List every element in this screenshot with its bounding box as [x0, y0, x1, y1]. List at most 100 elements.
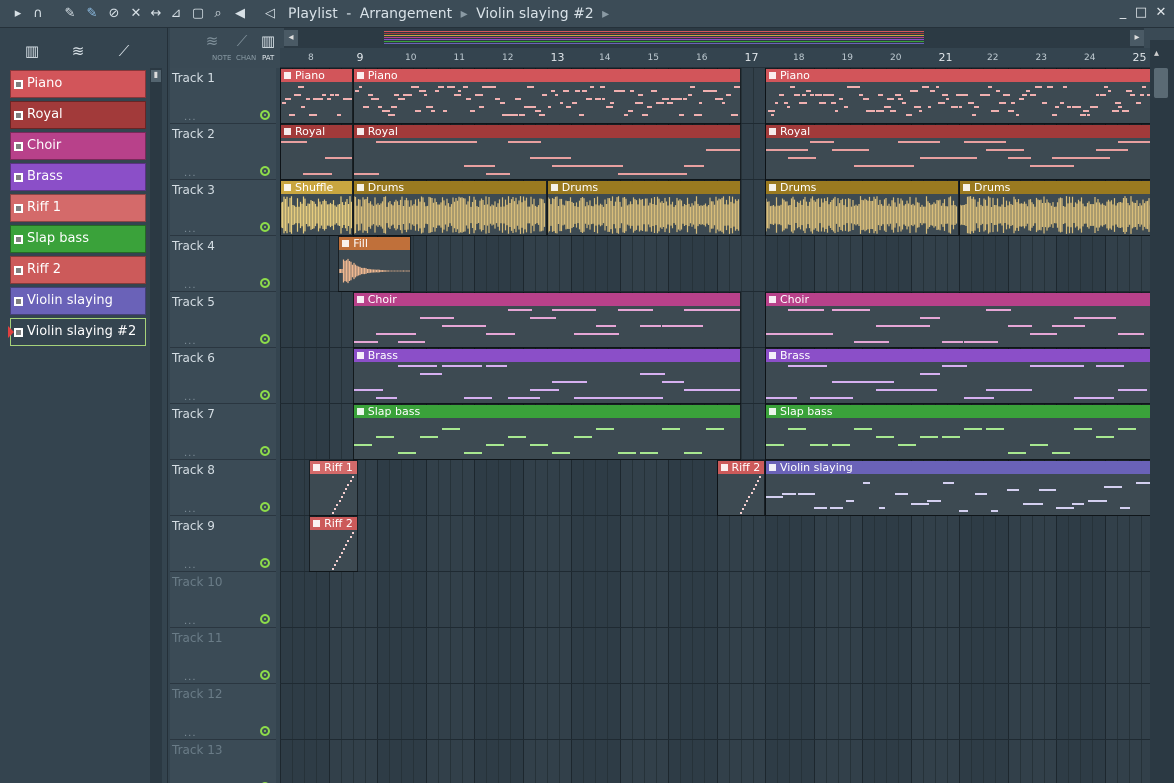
track-header[interactable]: Track 6...: [170, 348, 276, 404]
pattern-item[interactable]: Choir: [10, 132, 146, 160]
track-header[interactable]: Track 11...: [170, 628, 276, 684]
pattern-clip[interactable]: Choir: [352, 292, 741, 348]
speaker-icon[interactable]: ◀: [232, 6, 248, 22]
track-mute-led[interactable]: [260, 390, 270, 400]
track-mute-led[interactable]: [260, 614, 270, 624]
track-grip[interactable]: ...: [184, 392, 197, 403]
pattern-clip[interactable]: Shuffle: [280, 180, 353, 236]
track-header[interactable]: Track 3...: [170, 180, 276, 236]
pattern-clip[interactable]: Piano: [765, 68, 1150, 124]
automation-mode-icon[interactable]: ⟋: [230, 32, 254, 50]
maximize-icon[interactable]: □: [1134, 6, 1148, 20]
pattern-clip[interactable]: Riff 2: [309, 516, 358, 572]
scroll-right-icon[interactable]: ▸: [1130, 30, 1144, 46]
track-header[interactable]: Track 2...: [170, 124, 276, 180]
track-header[interactable]: Track 5...: [170, 292, 276, 348]
track-grip[interactable]: ...: [184, 336, 197, 347]
mode-pat[interactable]: PAT: [262, 54, 274, 62]
track-grip[interactable]: ...: [184, 168, 197, 179]
track-mute-led[interactable]: [260, 670, 270, 680]
title-part-3[interactable]: Violin slaying #2: [476, 6, 594, 22]
close-icon[interactable]: ✕: [1154, 6, 1168, 20]
pattern-clip[interactable]: Brass: [352, 348, 741, 404]
speaker-icon[interactable]: ◁: [262, 6, 278, 22]
scroll-thumb[interactable]: [1154, 68, 1168, 98]
track-mute-led[interactable]: [260, 110, 270, 120]
track-grip[interactable]: ...: [184, 112, 197, 123]
playlist-grid[interactable]: Piano Piano Piano Royal Royal Royal Shuffle Dru…: [280, 68, 1150, 783]
zoom-icon[interactable]: ⌕: [210, 6, 226, 22]
brush-icon[interactable]: ✎: [84, 6, 100, 22]
track-lane[interactable]: [280, 684, 1150, 740]
delete-icon[interactable]: ⊘: [106, 6, 122, 22]
pattern-clip[interactable]: Slap bass: [352, 404, 741, 460]
pattern-clip[interactable]: Drums: [352, 180, 547, 236]
track-header[interactable]: Track 8...: [170, 460, 276, 516]
track-mute-led[interactable]: [260, 502, 270, 512]
track-mute-led[interactable]: [260, 334, 270, 344]
track-grip[interactable]: ...: [184, 672, 197, 683]
track-mute-led[interactable]: [260, 446, 270, 456]
scroll-left-icon[interactable]: ◂: [284, 30, 298, 46]
pattern-clip[interactable]: Drums: [959, 180, 1150, 236]
scroll-up-icon[interactable]: ▴: [1154, 48, 1159, 59]
audio-wave-icon[interactable]: ≋: [66, 42, 90, 60]
track-mute-led[interactable]: [260, 222, 270, 232]
mute-icon[interactable]: ✕: [128, 6, 144, 22]
arrangement-overview[interactable]: ◂ ▸: [284, 28, 1144, 48]
track-grip[interactable]: ...: [184, 728, 197, 739]
play-arrow-icon[interactable]: ▸: [10, 6, 26, 22]
track-header[interactable]: Track 7...: [170, 404, 276, 460]
pattern-clip[interactable]: Royal: [280, 124, 353, 180]
wave-mode-icon[interactable]: ≋: [200, 32, 224, 50]
pattern-clip[interactable]: Riff 1: [309, 460, 358, 516]
mode-note[interactable]: NOTE: [212, 54, 231, 62]
track-header[interactable]: Track 9...: [170, 516, 276, 572]
pattern-item[interactable]: Piano: [10, 70, 146, 98]
scroll-thumb[interactable]: ▮: [151, 70, 161, 82]
pattern-clip[interactable]: Drums: [765, 180, 959, 236]
track-grip[interactable]: ...: [184, 224, 197, 235]
pattern-clip[interactable]: Fill: [338, 236, 411, 292]
pattern-item[interactable]: Riff 2: [10, 256, 146, 284]
track-lane[interactable]: [280, 628, 1150, 684]
automation-icon[interactable]: ⟋: [112, 42, 136, 60]
pencil-icon[interactable]: ✎: [62, 6, 78, 22]
pattern-clip[interactable]: Choir: [765, 292, 1150, 348]
pattern-clip[interactable]: Slap bass: [765, 404, 1150, 460]
pattern-item[interactable]: Royal: [10, 101, 146, 129]
select-icon[interactable]: ▢: [190, 6, 206, 22]
track-mute-led[interactable]: [260, 726, 270, 736]
slip-icon[interactable]: ↔: [148, 6, 164, 22]
pattern-clip[interactable]: Riff 2: [716, 460, 765, 516]
pattern-clip[interactable]: Brass: [765, 348, 1150, 404]
track-header[interactable]: Track 10...: [170, 572, 276, 628]
mode-chan[interactable]: CHAN: [236, 54, 256, 62]
track-header[interactable]: Track 13...: [170, 740, 276, 783]
pattern-item[interactable]: Slap bass: [10, 225, 146, 253]
pattern-item[interactable]: Violin slaying: [10, 287, 146, 315]
track-lane[interactable]: [280, 516, 1150, 572]
track-grip[interactable]: ...: [184, 616, 197, 627]
pattern-item[interactable]: Violin slaying #2: [8, 318, 146, 346]
piano-roll-icon[interactable]: ▥: [20, 42, 44, 60]
track-header[interactable]: Track 4...: [170, 236, 276, 292]
slice-icon[interactable]: ⊿: [168, 6, 184, 22]
pattern-clip[interactable]: Piano: [352, 68, 741, 124]
pattern-item[interactable]: Riff 1: [10, 194, 146, 222]
playlist-scrollbar[interactable]: ▴: [1150, 40, 1174, 783]
track-grip[interactable]: ...: [184, 280, 197, 291]
track-header[interactable]: Track 12...: [170, 684, 276, 740]
pattern-scrollbar[interactable]: ▮: [150, 68, 162, 783]
track-grip[interactable]: ...: [184, 504, 197, 515]
pattern-clip[interactable]: Royal: [765, 124, 1150, 180]
track-grip[interactable]: ...: [184, 448, 197, 459]
track-mute-led[interactable]: [260, 558, 270, 568]
pattern-item[interactable]: Brass: [10, 163, 146, 191]
track-mute-led[interactable]: [260, 166, 270, 176]
track-lane[interactable]: [280, 740, 1150, 783]
pattern-clip[interactable]: Royal: [352, 124, 741, 180]
track-header[interactable]: Track 1...: [170, 68, 276, 124]
magnet-icon[interactable]: ∩: [30, 6, 46, 22]
pattern-clip[interactable]: Drums: [546, 180, 741, 236]
